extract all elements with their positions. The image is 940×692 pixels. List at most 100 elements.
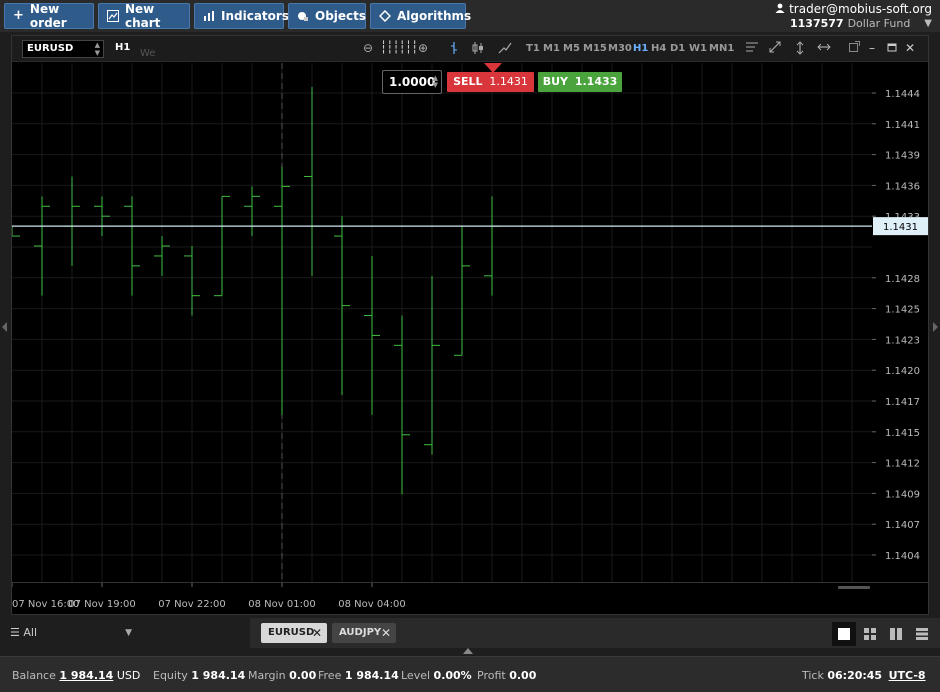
ohlc-bar (34, 196, 50, 296)
ohlc-bar (394, 315, 410, 495)
user-email-row: trader@mobius-soft.org (775, 2, 932, 16)
new-chart-button[interactable]: New chart (98, 2, 190, 30)
free-value: 1 984.14 (344, 669, 399, 682)
tf-m5[interactable]: M5 (563, 43, 580, 54)
user-account-menu[interactable]: trader@mobius-soft.org 1137577 Dollar Fun… (775, 1, 934, 31)
algorithms-icon (378, 9, 392, 23)
layout-single-button[interactable] (832, 622, 856, 646)
plus-icon: + (13, 8, 24, 23)
price-tick-label: 1.1415 (885, 428, 920, 439)
account-number: 1137577 (790, 17, 844, 30)
indicators-label: Indicators (221, 9, 289, 23)
balance: Balance 1 984.14 USD (12, 669, 140, 682)
minimize-icon[interactable]: – (869, 41, 875, 55)
time-tick-label: 08 Nov 04:00 (338, 599, 405, 610)
maximize-icon[interactable] (887, 41, 897, 55)
layout-buttons (832, 622, 936, 646)
tf-t1[interactable]: T1 (526, 43, 540, 54)
close-icon[interactable]: ✕ (381, 623, 391, 643)
ohlc-bar (64, 176, 80, 266)
ohlc-bar (214, 195, 230, 297)
vertical-scale-icon[interactable] (796, 41, 804, 58)
zoom-in-icon[interactable]: ⊕ (418, 41, 428, 55)
objects-icon (297, 10, 309, 22)
ohlc-bar (484, 196, 500, 296)
line-chart-type-icon[interactable] (498, 41, 512, 58)
layout-grid-button[interactable] (858, 622, 882, 646)
balance-currency: USD (116, 669, 141, 682)
layout-rows-button[interactable] (910, 622, 934, 646)
panel-splitter-icon[interactable] (463, 648, 473, 654)
tf-h1[interactable]: H1 (633, 43, 648, 54)
fund-name: Dollar Fund (847, 17, 911, 30)
new-order-button[interactable]: + New order (4, 2, 94, 30)
algorithms-button[interactable]: Algorithms (370, 3, 471, 29)
candlestick-chart-type-icon[interactable] (472, 41, 484, 58)
zoom-out-icon[interactable]: ⊖ (363, 41, 373, 55)
tf-m30[interactable]: M30 (608, 43, 632, 54)
buy-button[interactable]: BUY 1.1433 (538, 72, 622, 92)
price-tick-label: 1.1428 (885, 274, 920, 285)
tab-eurusd[interactable]: EURUSD ✕ (261, 623, 327, 643)
ohlc-bar (124, 196, 140, 296)
ohlc-bar (154, 236, 170, 276)
collapse-right-icon[interactable] (933, 322, 938, 332)
price-axis[interactable]: 1.14441.14411.14391.14361.14331.14281.14… (872, 63, 928, 582)
price-tick-label: 1.1439 (885, 151, 920, 162)
current-price-label: 1.1431 (883, 222, 918, 233)
chart-icon (107, 10, 119, 22)
tf-m1[interactable]: M1 (543, 43, 560, 54)
close-icon[interactable]: ✕ (312, 623, 322, 643)
indicators-button[interactable]: Indicators (194, 3, 289, 29)
tab-label: AUDJPY (339, 627, 382, 638)
zoom-slider-icon[interactable]: ┆┆┆┆┆┆ (380, 40, 418, 54)
price-chart[interactable] (12, 63, 872, 582)
price-tick-label: 1.1412 (885, 459, 920, 470)
price-tick-label: 1.1425 (885, 305, 920, 316)
quantity-stepper[interactable]: 1.0000 ▲ ▼ (382, 70, 442, 94)
price-tick-label: 1.1423 (885, 335, 920, 346)
collapse-left-icon[interactable] (2, 322, 7, 332)
detach-window-icon[interactable] (849, 41, 860, 55)
ohlc-bar (364, 255, 380, 415)
time-tick-label: 07 Nov 19:00 (68, 599, 135, 610)
horizontal-scrollbar[interactable] (838, 586, 870, 589)
price-tick-label: 1.1444 (885, 89, 920, 100)
chevron-down-icon: ▼ (924, 18, 932, 29)
tab-audjpy[interactable]: AUDJPY ✕ (332, 623, 396, 643)
balance-value[interactable]: 1 984.14 (59, 669, 113, 682)
chart-filter-select[interactable]: ☰ All ▼ (0, 618, 250, 648)
expand-diagonal-icon[interactable] (769, 41, 781, 56)
tick-time: Tick 06:20:45 UTC-8 (802, 669, 926, 682)
top-toolbar: + New order New chart Indicators Objects… (0, 0, 940, 32)
tf-d1[interactable]: D1 (670, 43, 685, 54)
sell-button[interactable]: SELL 1.1431 (447, 72, 534, 92)
tf-m15[interactable]: M15 (583, 43, 607, 54)
new-order-label: New order (29, 2, 67, 30)
objects-button[interactable]: Objects (288, 3, 366, 29)
timezone-select[interactable]: UTC-8 (889, 669, 926, 682)
bar-chart-type-icon[interactable] (449, 41, 459, 58)
layout-columns-button[interactable] (884, 622, 908, 646)
symbol-select[interactable]: EURUSD ▲ ▼ (22, 40, 104, 58)
close-icon[interactable]: ✕ (905, 41, 915, 55)
profit-value: 0.00 (509, 669, 537, 682)
user-icon (775, 2, 789, 16)
ohlc-bars (12, 87, 500, 495)
tf-h4[interactable]: H4 (651, 43, 666, 54)
margin-value: 0.00 (289, 669, 317, 682)
account-row: 1137577 Dollar Fund (790, 17, 910, 30)
symbol-value: EURUSD (27, 43, 74, 54)
price-tick-label: 1.1404 (885, 551, 920, 562)
price-tick-label: 1.1420 (885, 366, 920, 377)
chart-grid (12, 63, 872, 582)
tf-mn1[interactable]: MN1 (709, 43, 734, 54)
tf-w1[interactable]: W1 (689, 43, 707, 54)
chart-filter-value: All (23, 626, 38, 639)
sell-label: SELL (453, 75, 483, 88)
current-timeframe: H1 (115, 42, 131, 53)
spinner-icon[interactable]: ▲ ▼ (433, 75, 438, 89)
time-axis[interactable]: 07 Nov 16:0007 Nov 19:00 07 Nov 22:00 08 N… (12, 582, 928, 614)
indicator-list-icon[interactable] (745, 41, 759, 56)
horizontal-scale-icon[interactable] (817, 41, 831, 55)
